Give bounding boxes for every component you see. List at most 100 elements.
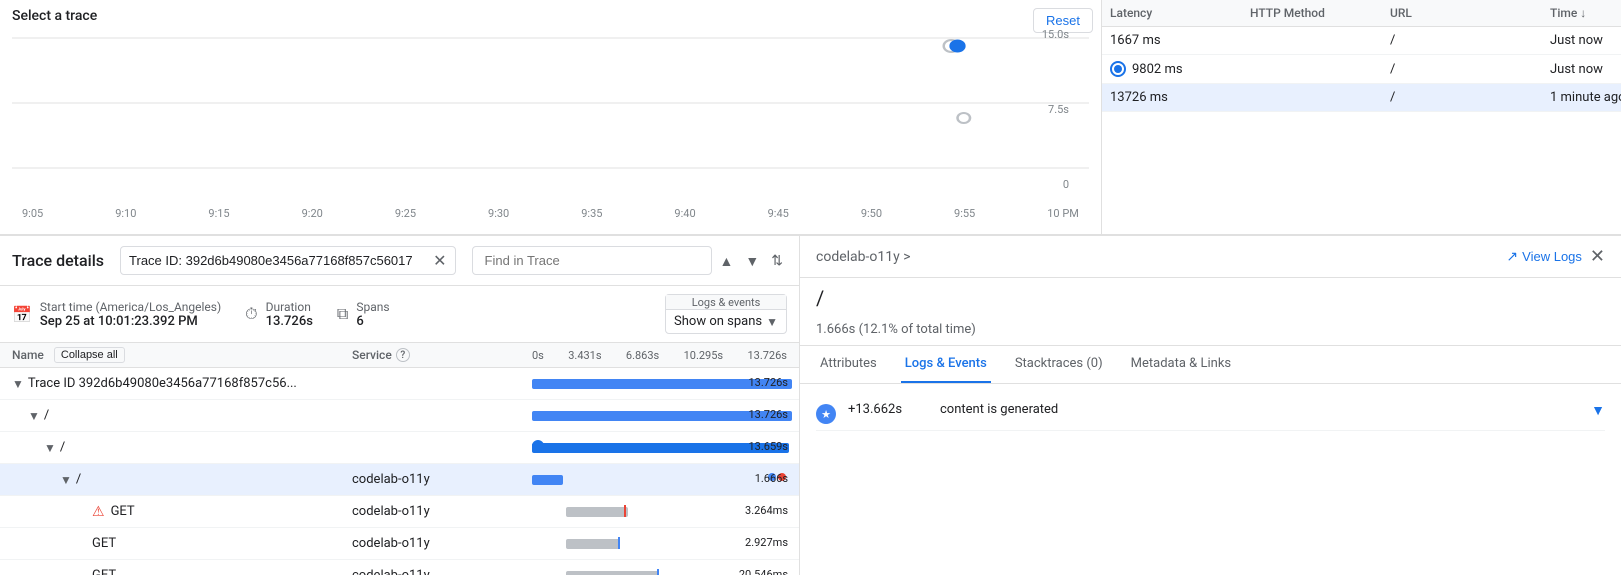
span-row-root[interactable]: ▼ Trace ID 392d6b49080e3456a77168f857c56…	[0, 368, 799, 400]
spans-label: Spans	[356, 300, 389, 314]
span-duration-1: 13.726s	[749, 408, 789, 421]
x-label-5: 9:30	[488, 207, 509, 220]
spans-value: 6	[356, 314, 389, 329]
trace-id-input[interactable]	[129, 253, 425, 268]
find-in-trace-container: ▲ ▼ ⇅	[472, 246, 787, 275]
service-help-icon[interactable]: ?	[396, 348, 410, 362]
span-duration-4: 3.264ms	[745, 504, 788, 517]
x-label-4: 9:25	[395, 207, 416, 220]
trace-id-field[interactable]: ✕	[120, 246, 456, 275]
radio-button-1[interactable]	[1110, 61, 1126, 77]
log-time-0: +13.662s	[848, 402, 928, 417]
tab-stacktraces[interactable]: Stacktraces (0)	[1011, 346, 1107, 383]
span-name-label: /	[76, 472, 81, 487]
x-label-9: 9:50	[861, 207, 882, 220]
log-entry-0[interactable]: ★ +13.662s content is generated ▼	[816, 396, 1605, 431]
page-title: Select a trace	[12, 8, 1089, 24]
logs-legend-label: Logs & events	[666, 295, 786, 310]
span-name-label: GET	[92, 536, 116, 551]
cell-url-0: /	[1390, 33, 1550, 48]
service-col-header: Service	[352, 348, 392, 362]
span-name-label: Trace ID 392d6b49080e3456a77168f857c56..…	[28, 376, 297, 391]
find-in-trace-input[interactable]	[472, 246, 712, 275]
spans-icon: ⧉	[337, 304, 348, 324]
tab-logs-events[interactable]: Logs & Events	[901, 346, 991, 383]
cell-method-0	[1250, 33, 1390, 48]
duration-label: Duration	[266, 300, 313, 314]
detail-path: /	[800, 278, 1621, 318]
x-label-2: 9:15	[208, 207, 229, 220]
trace-details-title: Trace details	[12, 251, 104, 270]
x-label-7: 9:40	[674, 207, 695, 220]
logs-events-dropdown[interactable]: Logs & events Show on spans ▼	[665, 294, 787, 334]
view-logs-button[interactable]: ↗ View Logs	[1506, 248, 1581, 265]
table-row[interactable]: 13726 ms / 1 minute ago	[1102, 84, 1621, 112]
clear-trace-icon[interactable]: ✕	[433, 251, 446, 270]
calendar-icon: 📅	[12, 305, 32, 324]
cell-time-1: Just now	[1550, 62, 1621, 77]
log-expand-icon[interactable]: ▼	[1591, 402, 1605, 419]
span-name-label: /	[44, 408, 49, 423]
span-service-6: codelab-o11y	[352, 568, 532, 575]
detail-breadcrumb: codelab-o11y >	[816, 249, 911, 265]
span-duration-3: 1.666s	[755, 472, 788, 485]
detail-timing: 1.666s (12.1% of total time)	[800, 318, 1621, 346]
span-service-4: codelab-o11y	[352, 504, 532, 519]
span-row-get2[interactable]: GET codelab-o11y 2.927ms	[0, 528, 799, 560]
collapse-all-button[interactable]: Collapse all	[54, 347, 125, 363]
name-col-header: Name	[12, 348, 44, 362]
col-url: URL	[1390, 6, 1550, 20]
detail-tabs: Attributes Logs & Events Stacktraces (0)…	[800, 346, 1621, 384]
x-label-10: 9:55	[954, 207, 975, 220]
col-http-method: HTTP Method	[1250, 6, 1390, 20]
span-name-label: /	[60, 440, 65, 455]
scatter-chart	[12, 28, 1089, 178]
span-row-slash3[interactable]: ▼ / codelab-o11y 1.666s	[0, 464, 799, 496]
log-entry-icon: ★	[816, 404, 836, 424]
tab-metadata[interactable]: Metadata & Links	[1127, 346, 1235, 383]
span-service-5: codelab-o11y	[352, 536, 532, 551]
span-rows-container: ▼ Trace ID 392d6b49080e3456a77168f857c56…	[0, 368, 799, 575]
chevron-icon[interactable]: ▼	[28, 409, 40, 423]
find-prev-button[interactable]: ▲	[716, 249, 738, 273]
find-next-button[interactable]: ▼	[741, 249, 763, 273]
x-label-8: 9:45	[768, 207, 789, 220]
close-detail-button[interactable]: ✕	[1590, 246, 1605, 267]
x-label-3: 9:20	[302, 207, 323, 220]
y-axis-max: 15.0s	[1042, 28, 1069, 41]
duration-item: ⏱ Duration 13.726s	[245, 300, 313, 329]
span-row-get3[interactable]: GET codelab-o11y 20.546ms	[0, 560, 799, 575]
detail-panel: codelab-o11y > ↗ View Logs ✕ / 1.666s (1…	[800, 236, 1621, 575]
error-icon: ⚠	[92, 504, 105, 520]
start-time-value: Sep 25 at 10:01:23.392 PM	[40, 314, 221, 329]
table-row[interactable]: 9802 ms / Just now	[1102, 55, 1621, 84]
chevron-icon[interactable]: ▼	[44, 441, 56, 455]
col-latency: Latency	[1110, 6, 1250, 20]
span-name-label: GET	[92, 568, 116, 575]
cell-latency-2: 13726 ms	[1110, 90, 1250, 105]
cell-latency-1: 9802 ms	[1110, 61, 1250, 77]
span-row-slash2[interactable]: ▼ / 13.659s	[0, 432, 799, 464]
cell-url-2: /	[1390, 90, 1550, 105]
start-time-item: 📅 Start time (America/Los_Angeles) Sep 2…	[12, 300, 221, 329]
logs-select[interactable]: Show on spans ▼	[666, 310, 786, 333]
table-header: Latency HTTP Method URL Time ↓	[1102, 0, 1621, 27]
cell-method-2	[1250, 90, 1390, 105]
span-row-slash1[interactable]: ▼ / 13.726s	[0, 400, 799, 432]
logs-chevron-icon: ▼	[766, 315, 778, 329]
time-marker-1: 3.431s	[568, 349, 601, 362]
detail-actions: ↗ View Logs ✕	[1506, 246, 1605, 267]
tab-attributes[interactable]: Attributes	[816, 346, 881, 383]
chevron-icon[interactable]: ▼	[12, 377, 24, 391]
x-label-0: 9:05	[22, 207, 43, 220]
x-axis: 9:05 9:10 9:15 9:20 9:25 9:30 9:35 9:40 …	[12, 207, 1089, 220]
time-marker-2: 6.863s	[626, 349, 659, 362]
find-expand-button[interactable]: ⇅	[767, 248, 787, 273]
span-row-get1[interactable]: ⚠ GET codelab-o11y 3.264ms	[0, 496, 799, 528]
col-time: Time ↓	[1550, 6, 1621, 20]
detail-content: ★ +13.662s content is generated ▼	[800, 384, 1621, 575]
table-row[interactable]: 1667 ms / Just now	[1102, 27, 1621, 55]
chevron-icon[interactable]: ▼	[60, 473, 72, 487]
cell-time-0: Just now	[1550, 33, 1621, 48]
spans-item: ⧉ Spans 6	[337, 300, 390, 329]
